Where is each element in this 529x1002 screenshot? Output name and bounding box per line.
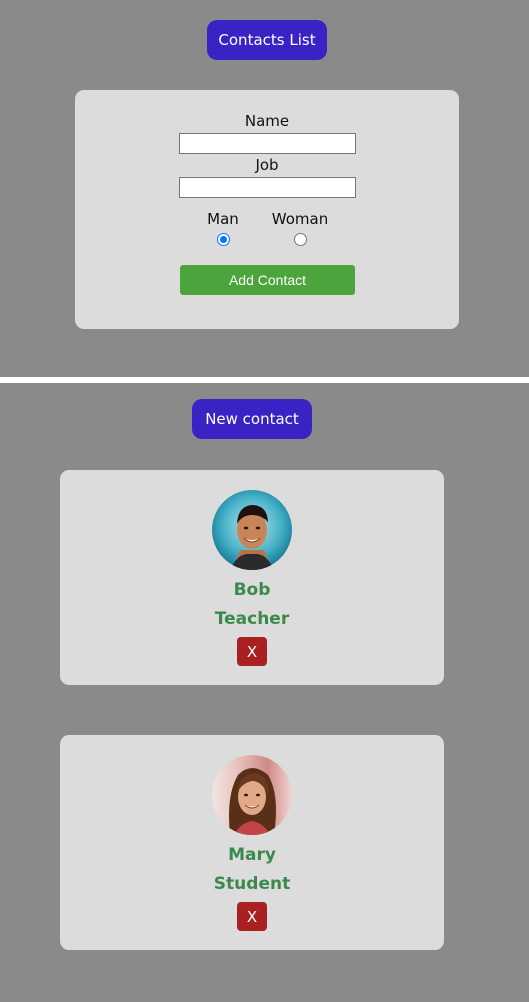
job-label: Job [255,156,279,174]
radio-woman[interactable] [294,233,307,246]
delete-contact-button[interactable]: X [237,637,267,666]
new-contact-button[interactable]: New contact [192,399,312,439]
contacts-section: New contact Bob Teacher X Mary Student X [0,383,529,1002]
add-contact-button[interactable]: Add Contact [180,265,355,295]
name-label: Name [244,112,290,130]
contact-name: Bob [233,580,271,600]
name-input[interactable] [179,133,356,154]
contact-card: Bob Teacher X [60,470,444,685]
man-avatar-image [212,490,292,570]
contact-card: Mary Student X [60,735,444,950]
contact-name: Mary [228,845,276,865]
contact-job: Teacher [214,609,290,629]
radio-label-woman: Woman [271,210,329,228]
job-input[interactable] [179,177,356,198]
contact-form-section: Contacts List Name Job Man Woman Add Con… [0,0,529,377]
contact-job: Student [213,874,291,894]
woman-avatar-image [212,755,292,835]
radio-man[interactable] [217,233,230,246]
contacts-list-button[interactable]: Contacts List [207,20,327,60]
avatar [212,755,292,835]
radio-label-man: Man [207,210,239,228]
delete-contact-button[interactable]: X [237,902,267,931]
contact-form-card: Name Job Man Woman Add Contact [75,90,459,329]
avatar [212,490,292,570]
